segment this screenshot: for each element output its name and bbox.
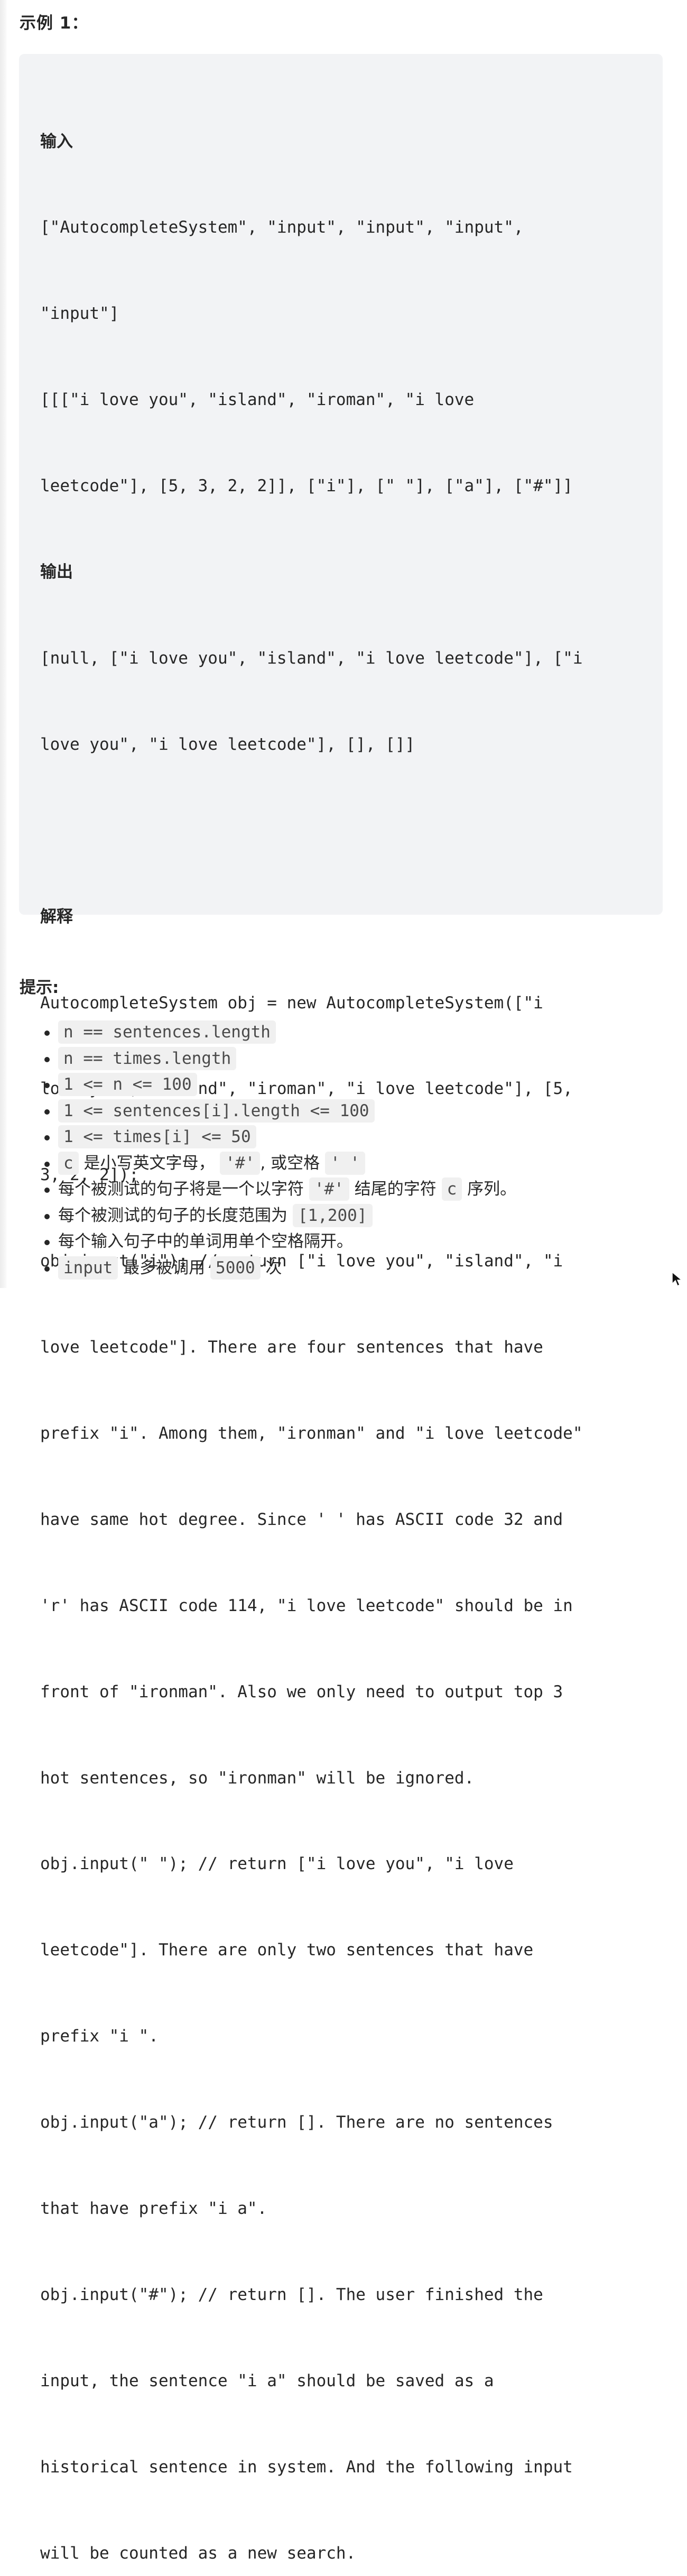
inline-code: 1 <= n <= 100 — [58, 1073, 197, 1096]
bullet-icon — [44, 1188, 50, 1193]
tip-item: 1 <= n <= 100 — [44, 1072, 516, 1098]
explain-line: hot sentences, so "ironman" will be igno… — [40, 1768, 475, 1788]
example-title: 示例 1： — [20, 14, 89, 33]
explain-line: love leetcode"]. There are four sentence… — [40, 1338, 543, 1357]
bullet-icon — [44, 1135, 50, 1140]
inline-code: 1 <= times[i] <= 50 — [58, 1125, 256, 1148]
input-line: ["AutocompleteSystem", "input", "input",… — [40, 218, 524, 237]
bullet-icon — [44, 1161, 50, 1167]
inline-code: n == times.length — [58, 1046, 237, 1070]
tip-item: 每个被测试的句子将是一个以字符 '#' 结尾的字符 c 序列。 — [44, 1176, 517, 1203]
tip-item: 1 <= sentences[i].length <= 100 — [44, 1098, 516, 1125]
tip-item: n == times.length — [44, 1046, 516, 1072]
tip-text: 每个输入句子中的单词用单个空格隔开。 — [58, 1232, 353, 1251]
bullet-icon — [44, 1240, 50, 1245]
input-label: 输入 — [40, 132, 73, 151]
example-pre: 输入 ["AutocompleteSystem", "input", "inpu… — [40, 70, 642, 2576]
input-line: "input"] — [40, 304, 119, 324]
inline-code: '#' — [220, 1151, 261, 1175]
tip-item: 1 <= times[i] <= 50 — [44, 1124, 516, 1151]
tip-text: 每个被测试的句子的长度范围为 — [58, 1206, 293, 1225]
tip-text: 是小写英文字母， — [78, 1153, 220, 1173]
example-code-block: 输入 ["AutocompleteSystem", "input", "inpu… — [19, 54, 663, 2563]
explain-label: 解释 — [40, 907, 73, 926]
tips-list: n == sentences.length n == times.length … — [44, 1019, 517, 1282]
tip-item: 每个被测试的句子的长度范围为 [1,200] — [44, 1203, 516, 1229]
inline-code: 1 <= sentences[i].length <= 100 — [58, 1099, 375, 1123]
explain-line: historical sentence in system. And the f… — [40, 2457, 573, 2477]
input-line: [[["i love you", "island", "iroman", "i … — [40, 390, 475, 410]
inline-code: c — [58, 1151, 79, 1175]
explain-line: will be counted as a new search. — [40, 2543, 356, 2563]
input-line: leetcode"], [5, 3, 2, 2]], ["i"], [" "],… — [40, 476, 573, 496]
bullet-icon — [44, 1213, 50, 1219]
tip-text: 结尾的字符 — [349, 1180, 442, 1199]
explain-line: front of "ironman". Also we only need to… — [40, 1682, 563, 1701]
explain-line: obj.input("a"); // return []. There are … — [40, 2113, 553, 2132]
inline-code: input — [58, 1256, 118, 1280]
tip-text: , 或空格 — [260, 1153, 325, 1173]
output-label: 输出 — [40, 563, 73, 582]
left-edge-shadow — [0, 0, 7, 1288]
explain-line: AutocompleteSystem obj = new Autocomplet… — [40, 993, 543, 1013]
inline-code: [1,200] — [292, 1203, 373, 1227]
tip-item: c 是小写英文字母， '#', 或空格 ' ' — [44, 1151, 516, 1177]
tips-title: 提示: — [20, 978, 59, 997]
inline-code: '#' — [309, 1177, 349, 1201]
bullet-icon — [44, 1266, 50, 1272]
explain-line: prefix "i ". — [40, 2027, 159, 2046]
bullet-icon — [44, 1031, 50, 1036]
explain-line: 'r' has ASCII code 114, "i love leetcode… — [40, 1596, 573, 1615]
inline-code: n == sentences.length — [58, 1020, 276, 1044]
inline-code: c — [441, 1177, 462, 1201]
bullet-icon — [44, 1083, 50, 1088]
tip-item: n == sentences.length — [44, 1019, 516, 1046]
explain-line: prefix "i". Among them, "ironman" and "i… — [40, 1423, 583, 1443]
inline-code: ' ' — [324, 1151, 365, 1175]
explain-line: that have prefix "i a". — [40, 2198, 267, 2218]
bullet-icon — [44, 1056, 50, 1062]
explain-line: obj.input(" "); // return ["i love you",… — [40, 1854, 514, 1874]
tip-text: 次 — [260, 1258, 282, 1277]
output-line: love you", "i love leetcode"], [], []] — [40, 734, 415, 754]
explain-line: obj.input("#"); // return []. The user f… — [40, 2285, 543, 2304]
explain-line: input, the sentence "i a" should be save… — [40, 2371, 494, 2390]
explain-line: leetcode"]. There are only two sentences… — [40, 1940, 534, 1960]
inline-code: 5000 — [210, 1256, 261, 1280]
tip-item: 每个输入句子中的单词用单个空格隔开。 — [44, 1229, 516, 1255]
bullet-icon — [44, 1109, 50, 1115]
mouse-pointer-icon — [672, 1271, 683, 1287]
output-line: [null, ["i love you", "island", "i love … — [40, 648, 583, 668]
explain-line: have same hot degree. Since ' ' has ASCI… — [40, 1510, 563, 1529]
tip-text: 序列。 — [462, 1180, 517, 1199]
tip-item: input 最多被调用 5000 次 — [44, 1255, 516, 1282]
tip-text: 最多被调用 — [118, 1258, 211, 1277]
tip-text: 每个被测试的句子将是一个以字符 — [58, 1180, 309, 1199]
